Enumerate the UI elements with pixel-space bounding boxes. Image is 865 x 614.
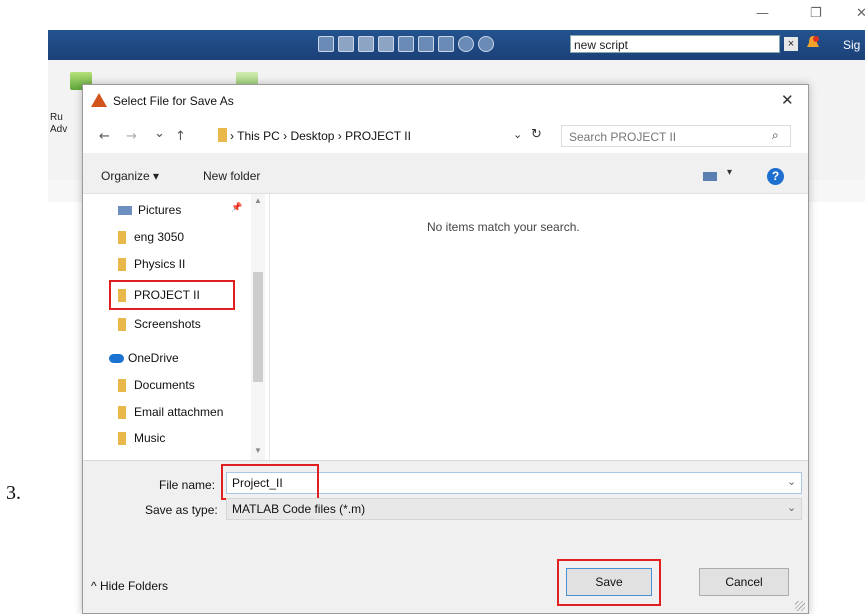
hide-folders-button[interactable]: ^ Hide Folders <box>91 579 168 593</box>
save-as-type-label: Save as type: <box>145 503 218 517</box>
address-dropdown-icon[interactable]: ⌄ <box>513 128 522 141</box>
search-documentation-input[interactable]: new script <box>570 35 780 53</box>
step-number: 3. <box>6 482 21 504</box>
new-folder-button[interactable]: New folder <box>203 169 260 183</box>
search-icon[interactable]: ⌕ <box>772 128 779 143</box>
restore-icon[interactable]: ❐ <box>810 6 822 21</box>
paste-icon[interactable] <box>378 36 394 52</box>
undo-icon[interactable] <box>398 36 414 52</box>
navigation-bar: ← → ⌄ ↑ › This PC › Desktop › PROJECT II… <box>83 117 808 153</box>
breadcrumb[interactable]: › This PC › Desktop › PROJECT II <box>230 129 411 143</box>
search-placeholder: Search PROJECT II <box>569 130 677 144</box>
folder-icon <box>118 258 126 272</box>
copy-icon[interactable] <box>358 36 374 52</box>
resize-grip[interactable] <box>795 601 805 611</box>
save-as-type-select[interactable]: MATLAB Code files (*.m) ⌄ <box>226 498 802 520</box>
cut-icon[interactable] <box>338 36 354 52</box>
matlab-title-bar: — ❐ ✕ <box>0 0 865 30</box>
cancel-button[interactable]: Cancel <box>699 568 789 596</box>
change-view-icon[interactable] <box>703 172 717 181</box>
scroll-thumb[interactable] <box>253 272 263 382</box>
save-as-dialog: Select File for Save As ✕ ← → ⌄ ↑ › This… <box>82 84 809 614</box>
folder-icon <box>118 318 126 332</box>
tree-item-email-attachments[interactable]: Email attachmen <box>118 402 223 422</box>
address-bar[interactable]: › This PC › Desktop › PROJECT II ⌄ ↻ <box>218 125 553 147</box>
save-as-type-value: MATLAB Code files (*.m) <box>232 502 366 516</box>
scroll-up-icon[interactable]: ▲ <box>254 196 262 205</box>
notification-bell-icon[interactable] <box>806 35 820 51</box>
file-list-pane[interactable]: No items match your search. <box>270 194 808 460</box>
back-arrow-icon[interactable]: ← <box>99 129 110 144</box>
minimize-icon[interactable]: — <box>756 6 769 21</box>
help-icon[interactable]: ? <box>767 168 784 185</box>
tree-item-documents[interactable]: Documents <box>118 375 195 395</box>
dialog-title: Select File for Save As <box>113 94 234 108</box>
help-circle-icon[interactable] <box>458 36 474 52</box>
tree-item-eng-3050[interactable]: eng 3050 <box>118 227 184 247</box>
empty-results-message: No items match your search. <box>427 220 580 234</box>
run-advance-label: Ru Adv <box>50 112 68 135</box>
folder-icon <box>118 379 126 393</box>
project-folder-highlight <box>109 280 235 310</box>
dropdown-circle-icon[interactable] <box>478 36 494 52</box>
forward-arrow-icon[interactable]: → <box>126 129 137 144</box>
pin-icon[interactable]: 📌 <box>231 202 242 213</box>
file-name-highlight <box>221 464 319 500</box>
dialog-close-button[interactable]: ✕ <box>781 91 794 109</box>
file-name-dropdown-icon[interactable]: ⌄ <box>787 475 796 488</box>
command-bar: Organize ▾ New folder ▾ ? <box>83 159 808 194</box>
tree-item-onedrive[interactable]: OneDrive <box>109 348 179 368</box>
cloud-icon <box>109 354 124 364</box>
search-input[interactable]: Search PROJECT II ⌕ <box>561 125 791 147</box>
sign-in-link[interactable]: Sig <box>843 38 860 52</box>
save-as-type-dropdown-icon[interactable]: ⌄ <box>787 501 796 514</box>
tree-item-music[interactable]: Music <box>118 428 165 448</box>
redo-icon[interactable] <box>418 36 434 52</box>
recent-locations-chevron-icon[interactable]: ⌄ <box>154 126 165 141</box>
refresh-icon[interactable]: ↻ <box>531 127 542 142</box>
scroll-down-icon[interactable]: ▼ <box>254 446 262 455</box>
navigation-scrollbar[interactable]: ▲ ▼ <box>251 194 265 460</box>
tree-item-screenshots[interactable]: Screenshots <box>118 314 201 334</box>
view-options-chevron-icon[interactable]: ▾ <box>727 167 732 178</box>
folder-icon <box>118 432 126 446</box>
save-options-area: File name: Project_II ⌄ Save as type: MA… <box>83 460 808 613</box>
save-icon[interactable] <box>318 36 334 52</box>
organize-button[interactable]: Organize ▾ <box>101 169 159 183</box>
file-name-label: File name: <box>159 478 216 492</box>
tree-item-physics-ii[interactable]: Physics II <box>118 254 185 274</box>
window-close-icon[interactable]: ✕ <box>856 6 865 21</box>
tree-item-pictures[interactable]: Pictures <box>118 200 181 220</box>
clear-search-button[interactable]: × <box>784 37 798 51</box>
folder-icon <box>218 128 227 142</box>
folder-icon <box>118 406 126 420</box>
navigation-pane: Pictures 📌 eng 3050 Physics II PROJECT I… <box>83 194 270 460</box>
matlab-logo-icon <box>91 93 107 107</box>
pictures-icon <box>118 206 132 216</box>
up-arrow-icon[interactable]: ↑ <box>175 129 186 144</box>
dialog-title-bar: Select File for Save As ✕ <box>83 85 808 117</box>
switch-windows-icon[interactable] <box>438 36 454 52</box>
folder-icon <box>118 231 126 245</box>
save-button-highlight <box>557 559 661 606</box>
